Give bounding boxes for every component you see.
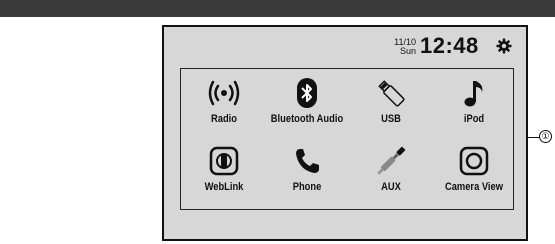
source-menu: Radio Bluetooth Audio USB iPod WebLink P… <box>180 68 514 210</box>
weblink-icon <box>209 146 239 176</box>
phone-handset-icon <box>296 149 319 173</box>
tile-label: Bluetooth Audio <box>270 113 344 125</box>
callout-marker: ① <box>539 130 552 143</box>
tile-radio[interactable]: Radio <box>184 77 264 137</box>
date-display: 11/10 Sun <box>386 38 416 56</box>
tile-weblink[interactable]: WebLink <box>184 145 264 205</box>
tile-camera-view[interactable]: Camera View <box>434 145 514 205</box>
music-note-icon <box>464 81 483 107</box>
tile-label: Camera View <box>444 181 504 193</box>
tile-usb[interactable]: USB <box>351 77 431 137</box>
usb-stick-icon <box>378 80 405 107</box>
date-weekday: Sun <box>399 46 416 56</box>
tile-label: Radio <box>211 113 237 125</box>
tile-label: Phone <box>292 181 322 193</box>
bluetooth-icon <box>297 78 317 108</box>
tile-label: USB <box>381 113 401 125</box>
head-unit-screen: 11/10 Sun 12:48 Radio Bluetooth Audio US… <box>162 25 528 241</box>
tile-bluetooth-audio[interactable]: Bluetooth Audio <box>267 77 347 137</box>
tile-label: iPod <box>463 113 485 125</box>
clock: 12:48 <box>420 33 479 58</box>
radio-waves-icon <box>208 80 240 106</box>
gear-icon[interactable] <box>496 38 512 54</box>
aux-plug-icon <box>377 146 406 175</box>
tile-aux[interactable]: AUX <box>351 145 431 205</box>
tile-ipod[interactable]: iPod <box>434 77 514 137</box>
tile-phone[interactable]: Phone <box>267 145 347 205</box>
header-bar <box>0 0 555 17</box>
tile-label: AUX <box>381 181 401 193</box>
tile-label: WebLink <box>204 181 244 193</box>
camera-view-icon <box>459 146 489 176</box>
